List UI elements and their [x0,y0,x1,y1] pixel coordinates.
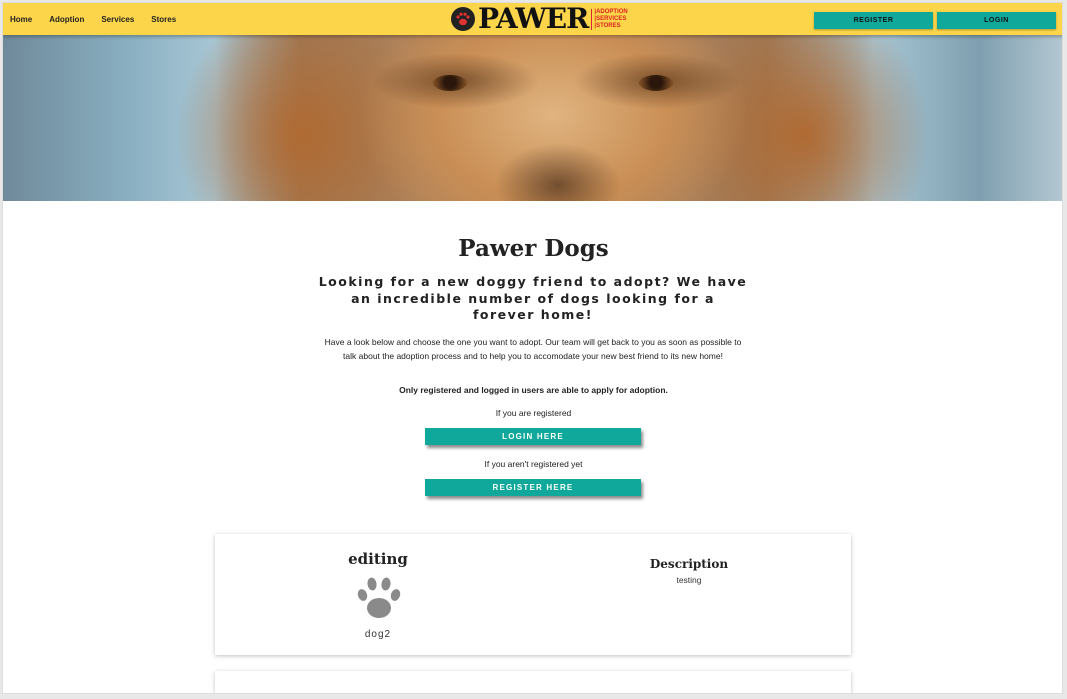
login-here-button[interactable]: LOGIN HERE [425,428,641,445]
dog-name: editing [348,550,408,568]
logo-subtitle: |ADOPTION |SERVICES |STORES [591,8,628,30]
register-button[interactable]: REGISTER [814,12,933,29]
logo-sub-adoption: |ADOPTION [594,8,628,15]
nav-stores[interactable]: Stores [151,15,176,24]
adoption-notice: Only registered and logged in users are … [399,385,668,395]
nav-adoption[interactable]: Adoption [49,15,84,24]
login-button[interactable]: LOGIN [937,12,1056,29]
pawer-logo[interactable]: PAWER |ADOPTION |SERVICES |STORES [451,4,628,34]
top-navigation-bar: Home Adoption Services Stores PAWER |ADO… [3,3,1062,35]
nav-services[interactable]: Services [101,15,134,24]
page: Home Adoption Services Stores PAWER |ADO… [2,2,1063,694]
logo-wordmark: PAWER [478,2,589,35]
paw-icon [357,577,401,618]
nav-home[interactable]: Home [10,15,32,24]
dog-eye-right [639,75,673,91]
unregistered-prompt: If you aren't registered yet [484,459,583,469]
dog-eye-left [433,75,467,91]
page-title: Pawer Dogs [458,235,609,262]
description-text: testing [676,575,702,585]
register-here-button[interactable]: REGISTER HERE [425,479,641,496]
dog-breed: dog2 [364,629,392,640]
logo-sub-services: |SERVICES [594,15,627,22]
dog-card[interactable]: editing dog2 Description testing [215,534,851,655]
dog-card[interactable] [215,671,851,693]
page-subheading: Looking for a new doggy friend to adopt?… [318,274,748,322]
hero-dog-image [3,35,1062,201]
description-label: Description [649,557,729,571]
intro-paragraph: Have a look below and choose the one you… [324,337,742,361]
registered-prompt: If you are registered [495,408,572,418]
main-nav: Home Adoption Services Stores [10,3,193,35]
paw-icon [451,7,475,31]
logo-sub-stores: |STORES [594,22,621,29]
